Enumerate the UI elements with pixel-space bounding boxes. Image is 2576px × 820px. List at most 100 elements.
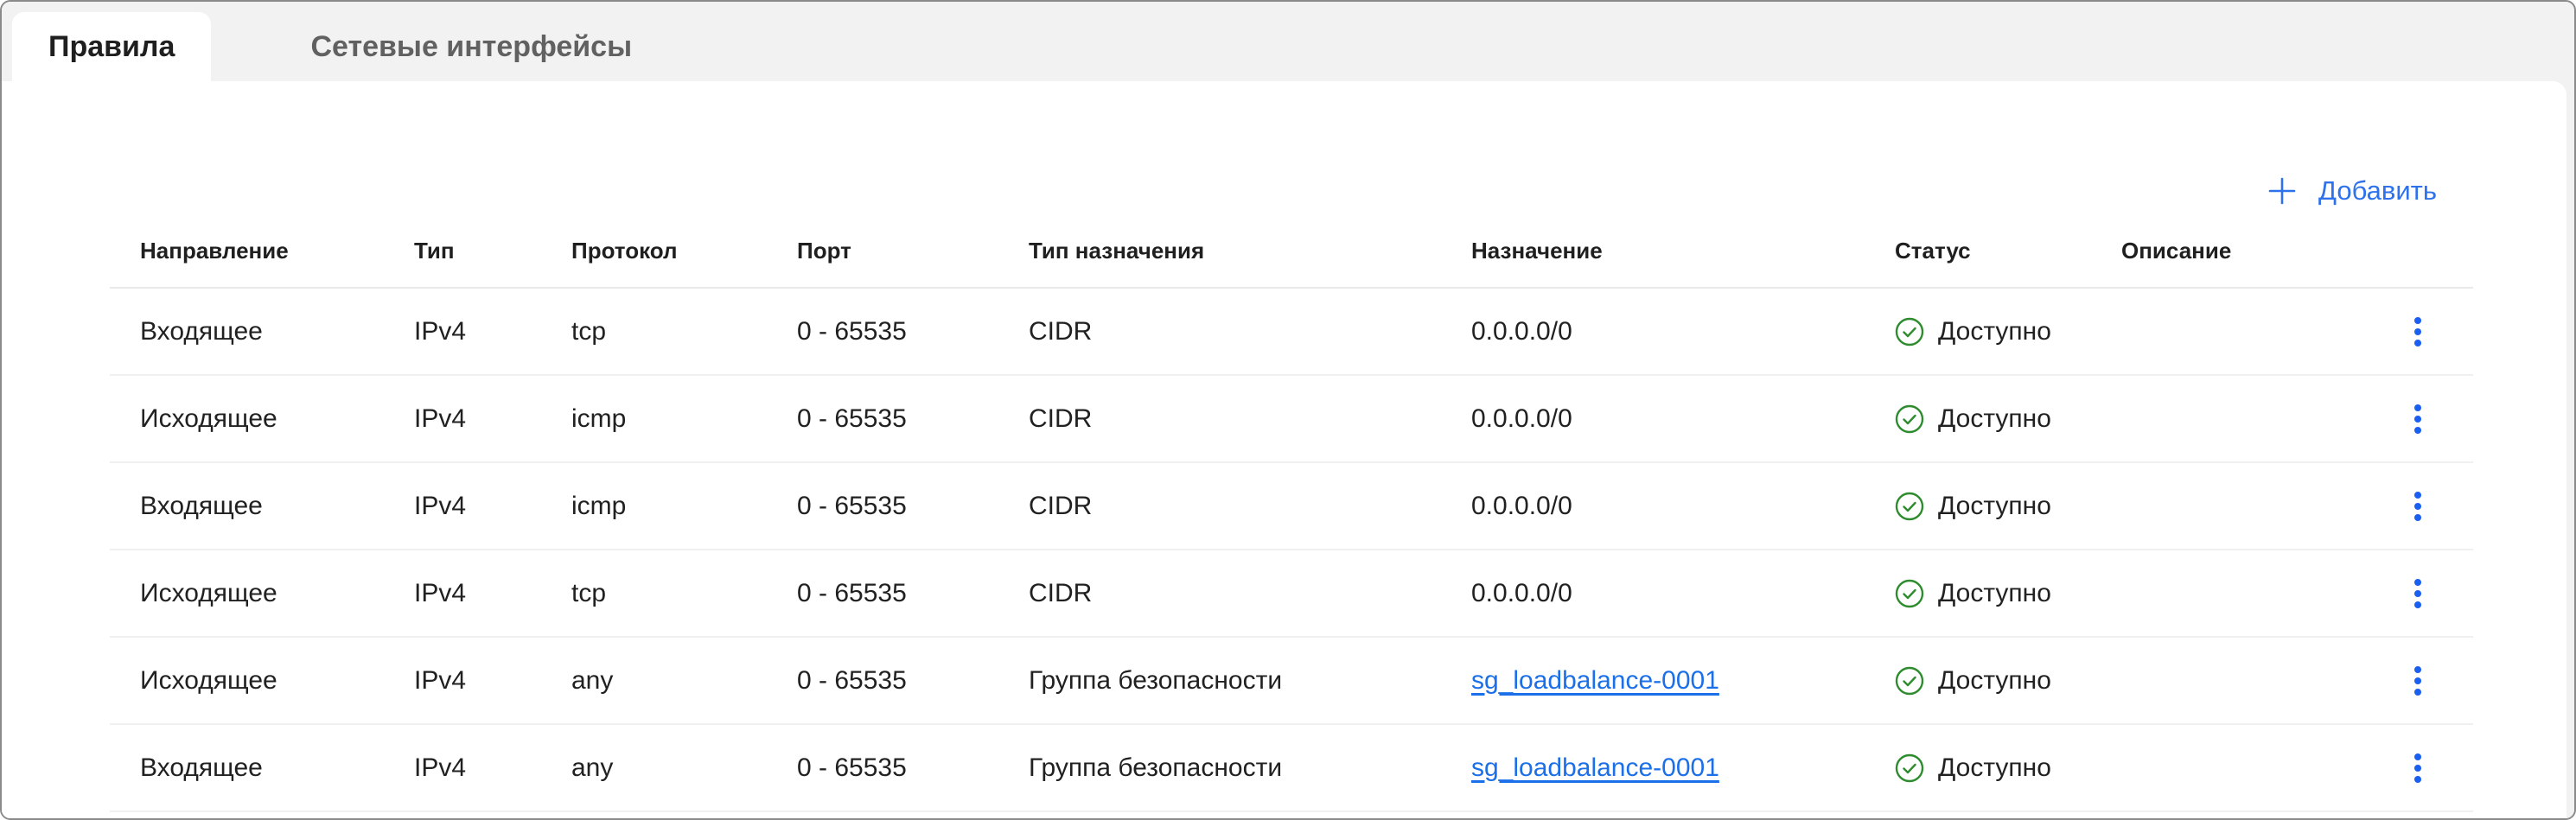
cell-protocol: any [571,637,797,725]
add-button-label: Добавить [2318,175,2437,206]
cell-type: IPv4 [414,724,571,812]
security-group-link[interactable]: sg_loadbalance-0001 [1471,666,1719,695]
cell-port: 0 - 65535 [797,724,1029,812]
cell-protocol: tcp [571,288,797,376]
rules-table: Направление Тип Протокол Порт Тип назнач… [110,214,2473,812]
status-ok-icon [1895,317,1924,346]
status-label: Доступно [1938,665,2051,695]
tab-rules[interactable]: Правила [12,12,212,81]
cell-description [2121,724,2362,812]
content-wrap: Добавить Направление Тип Протокол Порт Т… [2,81,2574,818]
cell-dest-type: CIDR [1029,288,1471,376]
column-header-protocol: Протокол [571,214,797,289]
kebab-icon [2413,403,2423,435]
row-menu-button[interactable] [2401,310,2435,353]
cell-protocol: tcp [571,550,797,638]
cell-port: 0 - 65535 [797,288,1029,376]
cell-direction: Исходящее [110,637,414,725]
cell-destination: 0.0.0.0/0 [1471,375,1895,463]
cell-direction: Исходящее [110,550,414,638]
tab-network-interfaces[interactable]: Сетевые интерфейсы [258,12,684,81]
kebab-icon [2413,490,2423,523]
status-ok-icon [1895,579,1924,608]
cell-port: 0 - 65535 [797,462,1029,550]
cell-status: Доступно [1895,462,2121,550]
cell-type: IPv4 [414,637,571,725]
status-ok-icon [1895,753,1924,783]
cell-description [2121,375,2362,463]
plus-icon [2267,175,2298,207]
kebab-icon [2413,577,2423,610]
cell-destination: 0.0.0.0/0 [1471,550,1895,638]
kebab-icon [2413,752,2423,785]
cell-port: 0 - 65535 [797,637,1029,725]
row-menu-button[interactable] [2401,659,2435,702]
table-row: Исходящее IPv4 any 0 - 65535 Группа безо… [110,637,2473,725]
status-label: Доступно [1938,753,2051,782]
cell-description [2121,288,2362,376]
column-header-actions [2362,214,2473,289]
cell-destination: sg_loadbalance-0001 [1471,637,1895,725]
cell-destination: sg_loadbalance-0001 [1471,724,1895,812]
cell-direction: Входящее [110,724,414,812]
row-menu-button[interactable] [2401,572,2435,615]
cell-direction: Входящее [110,462,414,550]
cell-status: Доступно [1895,375,2121,463]
cell-protocol: any [571,724,797,812]
security-group-link[interactable]: sg_loadbalance-0001 [1471,753,1719,782]
content-panel: Добавить Направление Тип Протокол Порт Т… [2,81,2566,818]
table-row: Входящее IPv4 icmp 0 - 65535 CIDR 0.0.0.… [110,462,2473,550]
column-header-direction: Направление [110,214,414,289]
cell-direction: Входящее [110,288,414,376]
tab-bar: Правила Сетевые интерфейсы [2,2,2574,81]
destination-value: 0.0.0.0/0 [1471,404,1572,433]
cell-type: IPv4 [414,288,571,376]
kebab-icon [2413,664,2423,697]
cell-description [2121,462,2362,550]
cell-direction: Исходящее [110,375,414,463]
table-row: Входящее IPv4 tcp 0 - 65535 CIDR 0.0.0.0… [110,288,2473,376]
destination-value: 0.0.0.0/0 [1471,578,1572,607]
cell-actions [2362,637,2473,725]
cell-type: IPv4 [414,550,571,638]
cell-destination: 0.0.0.0/0 [1471,288,1895,376]
status-label: Доступно [1938,404,2051,433]
cell-type: IPv4 [414,462,571,550]
table-row: Входящее IPv4 any 0 - 65535 Группа безоп… [110,724,2473,812]
cell-status: Доступно [1895,637,2121,725]
cell-dest-type: Группа безопасности [1029,724,1471,812]
column-header-dest-type: Тип назначения [1029,214,1471,289]
cell-dest-type: CIDR [1029,375,1471,463]
cell-dest-type: CIDR [1029,462,1471,550]
row-menu-button[interactable] [2401,747,2435,790]
row-menu-button[interactable] [2401,485,2435,528]
cell-status: Доступно [1895,288,2121,376]
column-header-description: Описание [2121,214,2362,289]
status-label: Доступно [1938,316,2051,346]
tab-rules-label: Правила [48,29,175,63]
toolbar: Добавить [2,81,2566,214]
column-header-status: Статус [1895,214,2121,289]
status-ok-icon [1895,492,1924,521]
add-button[interactable]: Добавить [2267,168,2437,214]
tab-network-interfaces-label: Сетевые интерфейсы [310,29,633,63]
cell-description [2121,550,2362,638]
row-menu-button[interactable] [2401,397,2435,441]
cell-status: Доступно [1895,550,2121,638]
status-label: Доступно [1938,491,2051,520]
cell-type: IPv4 [414,375,571,463]
status-ok-icon [1895,666,1924,696]
cell-actions [2362,724,2473,812]
cell-port: 0 - 65535 [797,375,1029,463]
cell-description [2121,637,2362,725]
cell-actions [2362,375,2473,463]
column-header-type: Тип [414,214,571,289]
table-row: Исходящее IPv4 tcp 0 - 65535 CIDR 0.0.0.… [110,550,2473,638]
cell-destination: 0.0.0.0/0 [1471,462,1895,550]
table-row: Исходящее IPv4 icmp 0 - 65535 CIDR 0.0.0… [110,375,2473,463]
cell-actions [2362,550,2473,638]
destination-value: 0.0.0.0/0 [1471,491,1572,520]
destination-value: 0.0.0.0/0 [1471,316,1572,346]
cell-actions [2362,288,2473,376]
cell-protocol: icmp [571,462,797,550]
